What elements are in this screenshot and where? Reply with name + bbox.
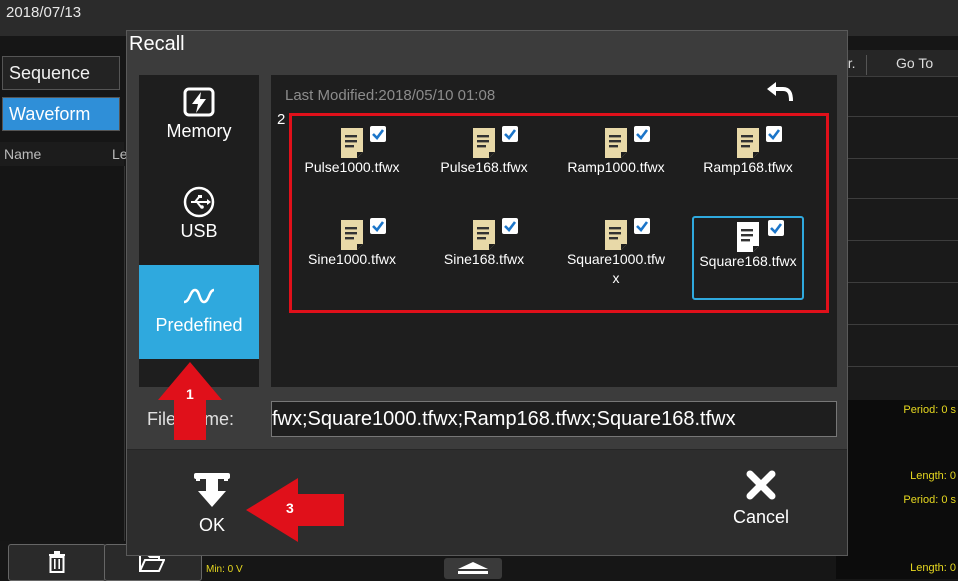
annotation-arrow-3 [246,478,344,542]
annotation-number-1: 1 [186,386,194,402]
annotation-overlay [158,362,344,542]
annotation-number-3: 3 [286,500,294,516]
